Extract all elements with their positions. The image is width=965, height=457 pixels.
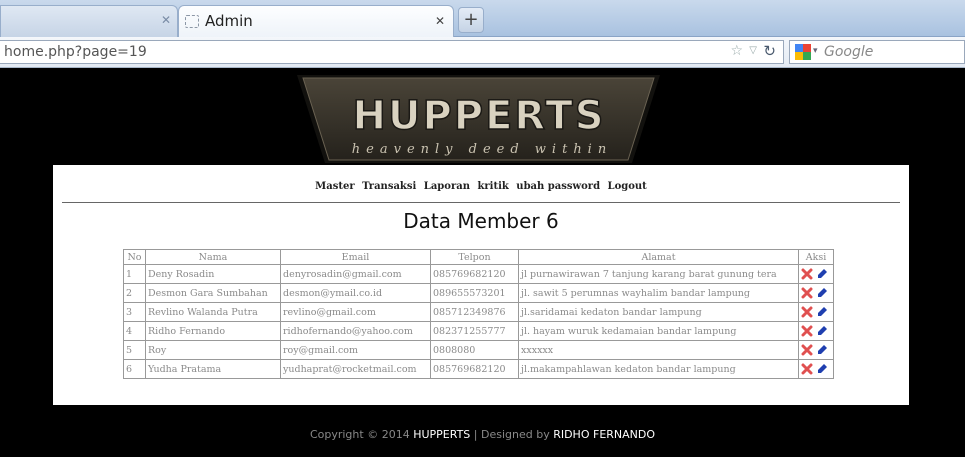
url-text: home.php?page=19 xyxy=(4,44,147,60)
delete-icon[interactable] xyxy=(801,306,813,318)
web-page: HUPPERTS heavenly deed within Master Tra… xyxy=(0,69,965,457)
top-menu: Master Transaksi Laporan kritik ubah pas… xyxy=(53,181,909,192)
cell-no: 6 xyxy=(123,359,146,379)
cell-email: roy@gmail.com xyxy=(280,340,431,360)
cell-aksi xyxy=(798,340,834,360)
cell-alamat: jl purnawirawan 7 tanjung karang barat g… xyxy=(518,264,799,284)
cell-telpon: 085769682120 xyxy=(430,359,519,379)
cell-nama: Desmon Gara Sumbahan xyxy=(145,283,281,303)
cell-alamat: jl. sawit 5 perumnas wayhalim bandar lam… xyxy=(518,283,799,303)
footer-brand: HUPPERTS xyxy=(413,428,471,441)
column-header-no: No xyxy=(123,249,146,265)
cell-email: denyrosadin@gmail.com xyxy=(280,264,431,284)
edit-icon[interactable] xyxy=(816,268,828,280)
cell-nama: Ridho Fernando xyxy=(145,321,281,341)
search-engine-placeholder: Google xyxy=(824,44,874,60)
table-header-row: No Nama Email Telpon Alamat Aksi xyxy=(123,249,834,265)
browser-tab-previous[interactable]: ✕ xyxy=(0,5,178,37)
reload-icon[interactable]: ↻ xyxy=(763,42,776,60)
cell-alamat: jl. hayam wuruk kedamaian bandar lampung xyxy=(518,321,799,341)
edit-icon[interactable] xyxy=(816,287,828,299)
divider xyxy=(62,202,900,203)
edit-icon[interactable] xyxy=(816,306,828,318)
page-title: Data Member 6 xyxy=(403,209,559,233)
cell-telpon: 0808080 xyxy=(430,340,519,360)
edit-icon[interactable] xyxy=(816,344,828,356)
table-row: 3 Revlino Walanda Putra revlino@gmail.co… xyxy=(123,302,834,322)
column-header-telpon: Telpon xyxy=(430,249,519,265)
footer-author: RIDHO FERNANDO xyxy=(553,428,656,441)
table-row: 4 Ridho Fernando ridhofernando@yahoo.com… xyxy=(123,321,834,341)
tab-title: Admin xyxy=(205,12,253,30)
cell-telpon: 082371255777 xyxy=(430,321,519,341)
table-row: 1 Deny Rosadin denyrosadin@gmail.com 085… xyxy=(123,264,834,284)
cell-nama: Roy xyxy=(145,340,281,360)
close-icon[interactable]: ✕ xyxy=(161,13,171,27)
column-header-nama: Nama xyxy=(145,249,281,265)
browser-tab-bar: ✕ Admin ✕ + xyxy=(0,0,965,38)
cell-telpon: 085769682120 xyxy=(430,264,519,284)
star-icon[interactable]: ☆ xyxy=(730,43,743,59)
cell-email: desmon@ymail.co.id xyxy=(280,283,431,303)
cell-nama: Yudha Pratama xyxy=(145,359,281,379)
cell-telpon: 085712349876 xyxy=(430,302,519,322)
cell-no: 1 xyxy=(123,264,146,284)
edit-icon[interactable] xyxy=(816,363,828,375)
delete-icon[interactable] xyxy=(801,344,813,356)
cell-nama: Revlino Walanda Putra xyxy=(145,302,281,322)
cell-alamat: jl.makampahlawan kedaton bandar lampung xyxy=(518,359,799,379)
search-box[interactable]: ▾ Google xyxy=(789,40,965,64)
cell-email: ridhofernando@yahoo.com xyxy=(280,321,431,341)
cell-no: 4 xyxy=(123,321,146,341)
member-table: No Nama Email Telpon Alamat Aksi 1 Deny … xyxy=(123,249,834,379)
cell-aksi xyxy=(798,321,834,341)
new-tab-button[interactable]: + xyxy=(458,7,484,33)
logo-title: HUPPERTS xyxy=(352,93,605,139)
dropdown-icon[interactable]: ▽ xyxy=(749,45,757,56)
cell-no: 5 xyxy=(123,340,146,360)
google-logo-icon[interactable] xyxy=(795,44,811,60)
cell-no: 2 xyxy=(123,283,146,303)
column-header-aksi: Aksi xyxy=(798,249,834,265)
delete-icon[interactable] xyxy=(801,325,813,337)
cell-alamat: xxxxxx xyxy=(518,340,799,360)
menu-item-ubah-password[interactable]: ubah password xyxy=(516,181,600,192)
cell-aksi xyxy=(798,359,834,379)
browser-tab-admin[interactable]: Admin ✕ xyxy=(178,5,454,38)
column-header-email: Email xyxy=(280,249,431,265)
cell-nama: Deny Rosadin xyxy=(145,264,281,284)
delete-icon[interactable] xyxy=(801,287,813,299)
edit-icon[interactable] xyxy=(816,325,828,337)
table-row: 2 Desmon Gara Sumbahan desmon@ymail.co.i… xyxy=(123,283,834,303)
cell-no: 3 xyxy=(123,302,146,322)
page-favicon-icon xyxy=(185,15,199,28)
main-content: Master Transaksi Laporan kritik ubah pas… xyxy=(53,165,909,405)
table-row: 5 Roy roy@gmail.com 0808080 xxxxxx xyxy=(123,340,834,360)
table-row: 6 Yudha Pratama yudhaprat@rocketmail.com… xyxy=(123,359,834,379)
address-bar[interactable]: home.php?page=19 ☆ ▽ ↻ xyxy=(0,40,784,64)
delete-icon[interactable] xyxy=(801,363,813,375)
chevron-down-icon[interactable]: ▾ xyxy=(813,46,818,56)
menu-item-kritik[interactable]: kritik xyxy=(477,181,508,192)
cell-telpon: 089655573201 xyxy=(430,283,519,303)
delete-icon[interactable] xyxy=(801,268,813,280)
footer-copyright: Copyright © 2014 xyxy=(309,428,414,441)
footer-designed-by: | Designed by xyxy=(470,428,554,441)
close-icon[interactable]: ✕ xyxy=(435,14,445,28)
cell-email: revlino@gmail.com xyxy=(280,302,431,322)
menu-item-master[interactable]: Master xyxy=(315,181,354,192)
column-header-alamat: Alamat xyxy=(518,249,799,265)
cell-aksi xyxy=(798,283,834,303)
menu-item-transaksi[interactable]: Transaksi xyxy=(362,181,416,192)
hupperts-logo: HUPPERTS heavenly deed within xyxy=(297,75,660,163)
logo-tagline: heavenly deed within xyxy=(352,142,612,157)
cell-email: yudhaprat@rocketmail.com xyxy=(280,359,431,379)
cell-alamat: jl.saridamai kedaton bandar lampung xyxy=(518,302,799,322)
cell-aksi xyxy=(798,302,834,322)
navigation-bar: home.php?page=19 ☆ ▽ ↻ ▾ Google xyxy=(0,37,965,68)
cell-aksi xyxy=(798,264,834,284)
footer: Copyright © 2014 HUPPERTS | Designed by … xyxy=(0,428,965,441)
menu-item-logout[interactable]: Logout xyxy=(608,181,647,192)
menu-item-laporan[interactable]: Laporan xyxy=(424,181,470,192)
